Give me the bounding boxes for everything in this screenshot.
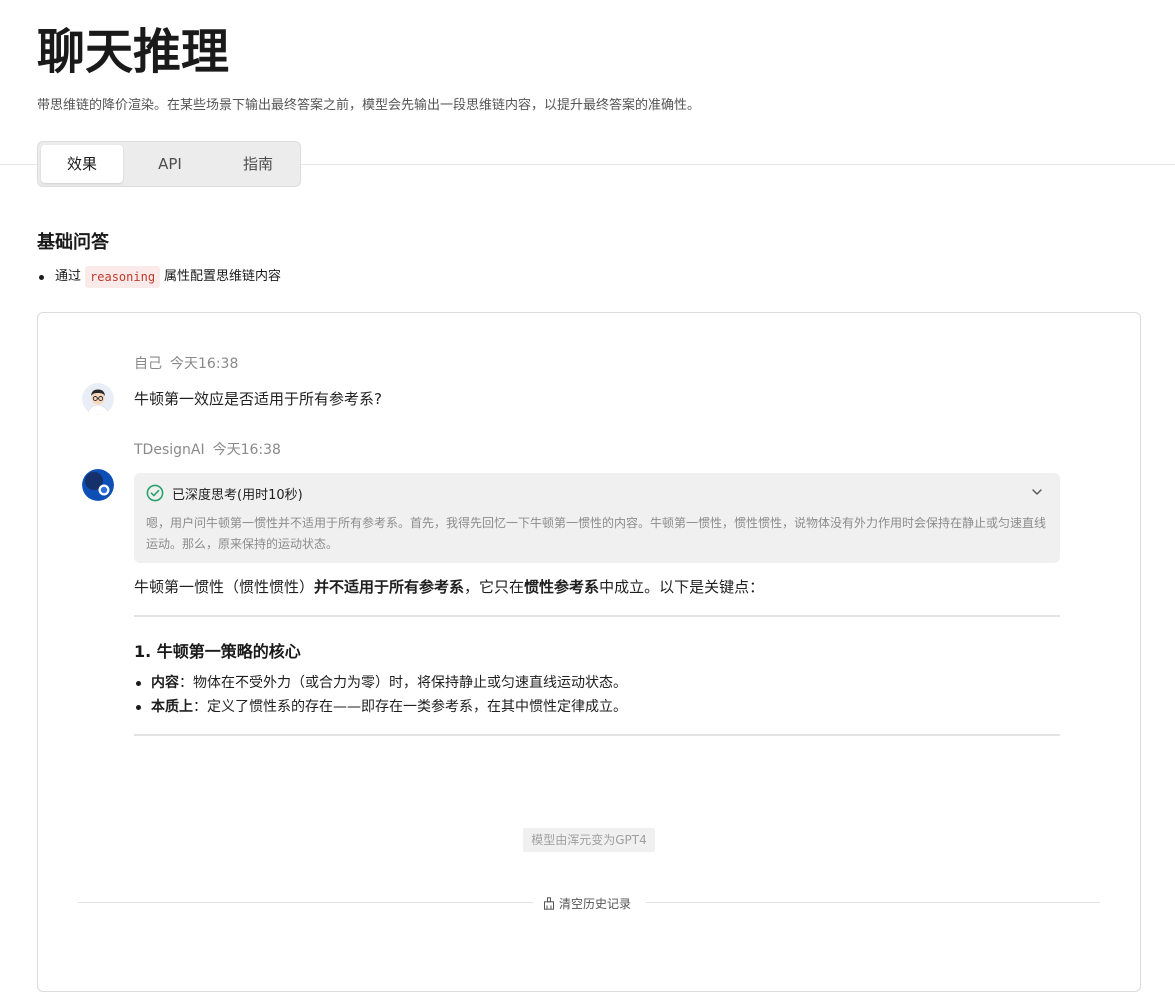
assistant-name: TDesignAI — [134, 442, 205, 458]
assistant-avatar — [82, 469, 114, 501]
answer-heading: 1. 牛顿第一策略的核心 — [134, 642, 301, 661]
answer-divider-top — [134, 615, 1060, 617]
clear-icon — [544, 896, 554, 910]
clear-history-button[interactable]: 清空历史记录 — [543, 894, 631, 912]
assistant-meta: TDesignAI 今天16:38 — [134, 441, 281, 459]
bullet — [136, 704, 141, 710]
reasoning-content: 嗯，用户问牛顿第一惯性并不适用于所有参考系。首先，我得先回忆一下牛顿第一惯性的内… — [146, 516, 1047, 551]
page-title: 聊天推理 — [37, 24, 230, 80]
reasoning-status: 已深度思考(用时10秒) — [172, 487, 303, 503]
user-time: 今天16:38 — [170, 356, 239, 372]
model-switch-notice: 模型由浑元变为GPT4 — [523, 828, 655, 852]
bullet — [136, 680, 141, 686]
tab-api[interactable]: API — [129, 145, 211, 183]
assistant-time: 今天16:38 — [212, 442, 281, 458]
clear-history-label: 清空历史记录 — [559, 896, 632, 911]
reasoning-header[interactable]: 已深度思考(用时10秒) — [146, 483, 303, 503]
divider-left — [78, 902, 533, 903]
point-text: ：物体在不受外力（或合力为零）时，将保持静止或匀速直线运动状态。 — [179, 675, 627, 691]
divider-right — [646, 902, 1100, 903]
answer-points: 内容 ：物体在不受外力（或合力为零）时，将保持静止或匀速直线运动状态。 本质上 ：定… — [134, 671, 627, 719]
answer-lead: 牛顿第一惯性（惯性惯性）并不适用于所有参考系，它只在惯性参考系中成立。以下是关键… — [134, 577, 764, 597]
section-title: 基础问答 — [37, 232, 109, 253]
answer-lead-text-1: 牛顿第一惯性（惯性惯性） — [134, 578, 315, 596]
list-item: 内容 ：物体在不受外力（或合力为零）时，将保持静止或匀速直线运动状态。 — [134, 671, 627, 695]
list-item: 本质上 ：定义了惯性系的存在——即存在一类参考系，在其中惯性定律成立。 — [134, 695, 627, 719]
point-text: ：定义了惯性系的存在——即存在一类参考系，在其中惯性定律成立。 — [193, 699, 627, 715]
answer-divider-bottom — [134, 734, 1060, 736]
page-description: 带思维链的降价渲染。在某些场景下输出最终答案之前，模型会先输出一段思维链内容，以… — [37, 98, 701, 113]
answer-lead-bold-2: 惯性参考系 — [524, 578, 600, 596]
feature-prefix: 通过 — [55, 269, 82, 284]
chat-demo: 自己 今天16:38 牛顿第一效应是否适用于所有参考系? TDesignAI 今天1… — [37, 312, 1141, 992]
code-snippet: reasoning — [85, 266, 161, 288]
feature-suffix: 属性配置思维链内容 — [164, 269, 282, 284]
answer-lead-bold-1: 并不适用于所有参考系 — [314, 578, 465, 596]
tab-demo[interactable]: 效果 — [41, 145, 123, 183]
chevron-down-icon[interactable] — [1030, 485, 1044, 499]
tab-guide[interactable]: 指南 — [217, 145, 299, 183]
reasoning-panel: 已深度思考(用时10秒) 嗯，用户问牛顿第一惯性并不适用于所有参考系。首先，我得… — [134, 473, 1060, 563]
answer-lead-text-3: 中成立。以下是关键点： — [599, 578, 765, 596]
user-avatar-icon — [82, 383, 114, 415]
user-message: 牛顿第一效应是否适用于所有参考系? — [134, 390, 382, 408]
feature-list: 通过 reasoning 属性配置思维链内容 — [37, 266, 281, 288]
user-meta: 自己 今天16:38 — [134, 355, 238, 373]
check-circle-icon — [146, 484, 164, 502]
user-name: 自己 — [134, 356, 162, 372]
bullet — [39, 274, 44, 280]
list-item: 通过 reasoning 属性配置思维链内容 — [37, 266, 281, 288]
answer-lead-text-2: ，它只在 — [464, 578, 525, 596]
point-term: 本质上 — [151, 699, 193, 715]
user-avatar — [82, 383, 114, 415]
assistant-avatar-icon — [82, 469, 114, 501]
tab-bar: 效果 API 指南 — [37, 141, 301, 187]
point-term: 内容 — [151, 675, 179, 691]
